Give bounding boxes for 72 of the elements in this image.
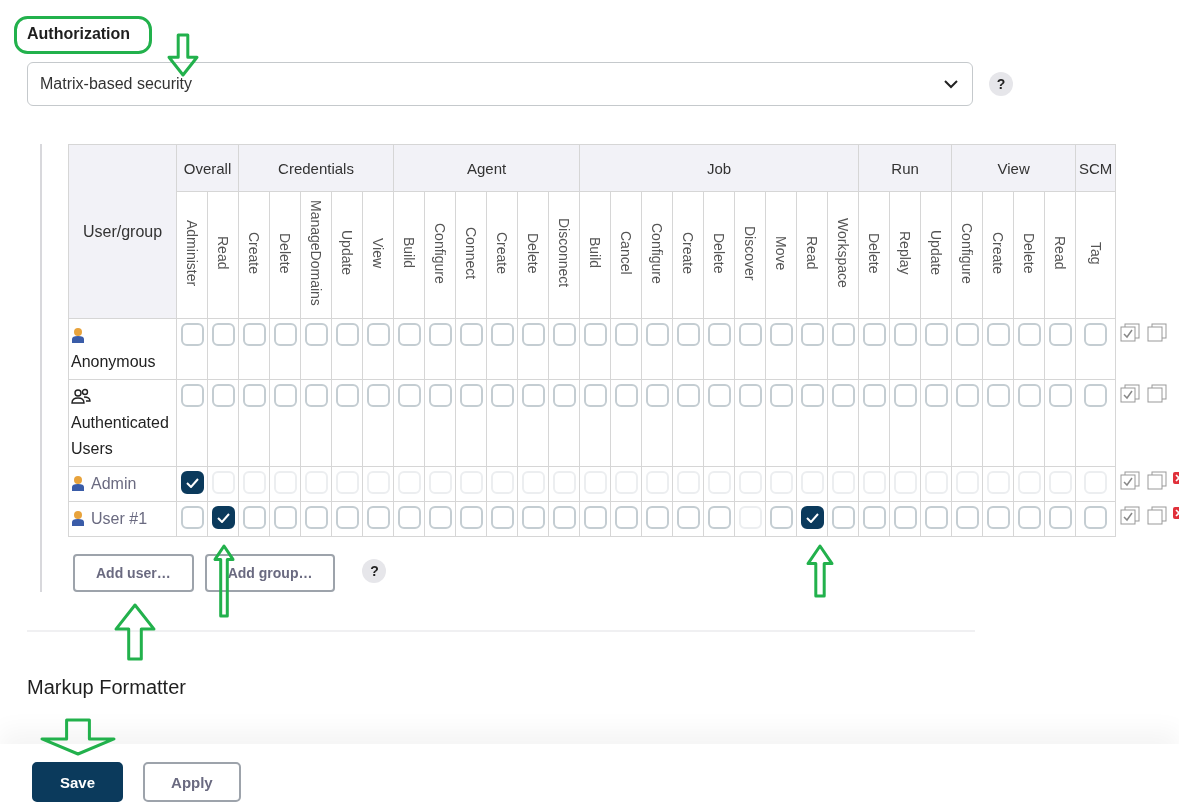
permission-header: Create	[246, 232, 262, 274]
user-name: User #1	[91, 510, 148, 527]
permission-group-header: Overall	[176, 144, 239, 192]
permission-group-header: Job	[579, 144, 859, 192]
user-name: Admin	[91, 475, 137, 492]
permission-header: Create	[680, 232, 697, 274]
unselect-all-icon[interactable]	[1146, 322, 1167, 342]
user-icon	[71, 327, 85, 343]
permission-header: Tag	[1087, 241, 1104, 265]
permission-header: Configure	[649, 222, 666, 284]
permission-header: Delete	[1021, 232, 1038, 274]
permission-header: Move	[773, 235, 790, 271]
unselect-all-icon[interactable]	[1146, 383, 1167, 403]
user-group-header: User/group	[68, 144, 177, 319]
select-all-icon[interactable]	[1120, 505, 1141, 525]
select-all-icon[interactable]	[1120, 383, 1141, 403]
permission-header: Read	[1052, 236, 1069, 270]
strategy-select[interactable]: Matrix-based security	[27, 62, 973, 106]
check-icon	[216, 512, 230, 523]
permission-header: Connect	[463, 226, 479, 280]
unselect-all-icon[interactable]	[1146, 505, 1167, 525]
user-name: Anonymous	[71, 353, 156, 370]
help-button[interactable]: ?	[989, 72, 1013, 96]
section-heading: Markup Formatter	[27, 676, 187, 699]
permission-header: Workspace	[835, 218, 852, 288]
permission-header: Disconnect	[556, 218, 573, 288]
permission-header: Read	[215, 236, 231, 270]
check-icon	[805, 512, 819, 523]
user-icon	[71, 475, 85, 491]
apply-button[interactable]: Apply	[143, 762, 241, 802]
annotation-arrow	[114, 603, 156, 661]
annotation-arrow	[167, 33, 199, 77]
check-icon	[185, 477, 199, 488]
select-all-icon[interactable]	[1120, 322, 1141, 342]
permission-header: ManageDomains	[308, 200, 324, 306]
permission-header: Delete	[866, 232, 883, 274]
permission-group-header: Agent	[393, 144, 580, 192]
unselect-all-icon[interactable]	[1146, 470, 1167, 490]
add-button[interactable]: Add user…	[73, 554, 194, 592]
permission-header: Build	[587, 237, 604, 269]
permission-header: Update	[339, 230, 355, 276]
chevron-down-icon	[944, 79, 958, 89]
permission-header: Build	[401, 237, 417, 269]
select-all-icon[interactable]	[1120, 470, 1141, 490]
permission-header: Delete	[711, 232, 728, 274]
save-button[interactable]: Save	[32, 762, 124, 802]
permission-group-header: Credentials	[238, 144, 394, 192]
permission-header: Create	[494, 232, 510, 274]
permission-checkbox[interactable]	[800, 506, 824, 529]
permission-header: Create	[990, 232, 1007, 274]
user-icon	[71, 510, 85, 526]
permission-header: Configure	[959, 222, 976, 284]
permission-header: Discover	[742, 225, 759, 281]
permission-header: Cancel	[618, 231, 635, 275]
permission-group-header: SCM	[1075, 144, 1116, 192]
permission-group-header: Run	[858, 144, 952, 192]
permission-header: View	[370, 237, 386, 269]
permission-header: Delete	[277, 232, 293, 274]
permission-header: Replay	[897, 231, 914, 275]
section-heading: Authorization	[27, 25, 132, 43]
permission-header: Delete	[525, 232, 541, 274]
permission-header: Update	[928, 230, 945, 276]
permission-checkbox[interactable]	[211, 506, 235, 529]
permission-header: Configure	[432, 222, 448, 284]
permission-group-header: View	[951, 144, 1076, 192]
permission-header: Read	[804, 236, 821, 270]
permission-checkbox[interactable]	[180, 471, 204, 494]
permission-header: Administer	[184, 219, 200, 287]
annotation-arrow	[806, 544, 834, 598]
help-button[interactable]: ?	[362, 559, 387, 583]
group-icon	[71, 388, 91, 404]
user-name: Authenticated Users	[71, 414, 169, 457]
